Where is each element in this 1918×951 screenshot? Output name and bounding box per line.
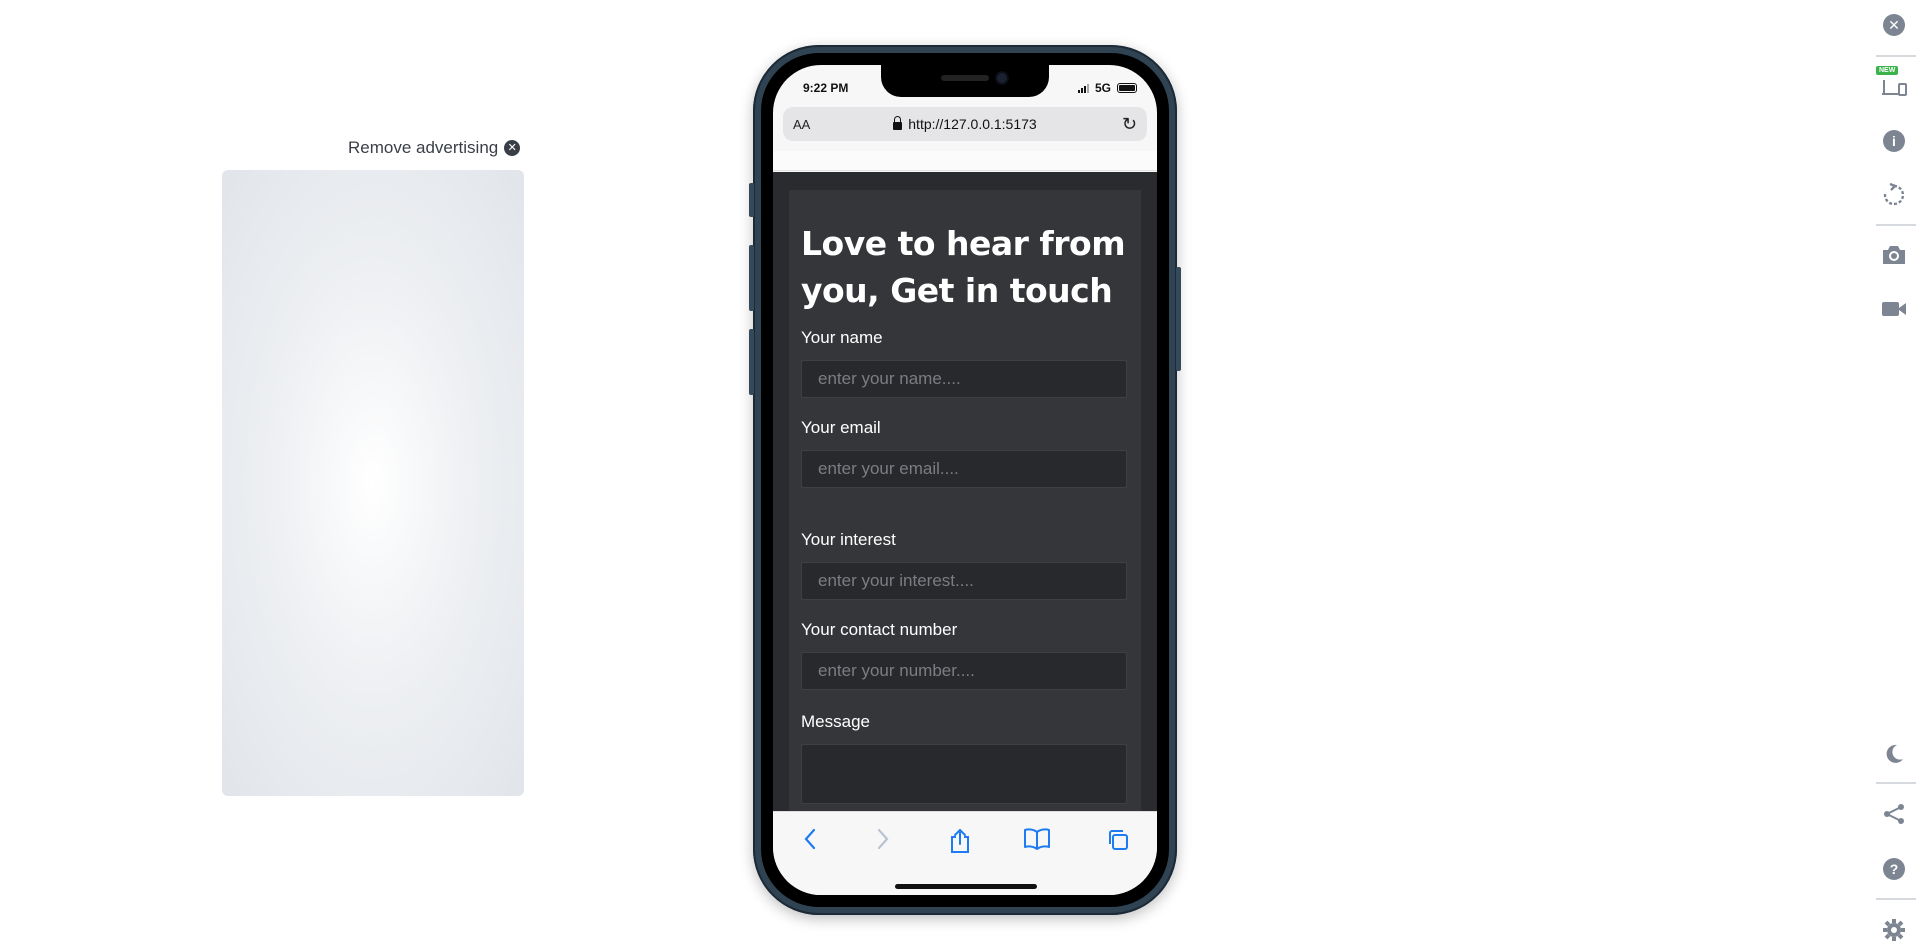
browser-address-bar[interactable]: AA http://127.0.0.1:5173 ↻	[783, 107, 1147, 141]
interest-input[interactable]	[801, 562, 1127, 600]
close-icon[interactable]: ✕	[1880, 11, 1908, 39]
camera-icon	[997, 73, 1007, 83]
message-textarea[interactable]	[801, 744, 1127, 804]
name-label: Your name	[801, 328, 883, 347]
close-circle-icon[interactable]: ✕	[504, 140, 521, 156]
url-text: http://127.0.0.1:5173	[908, 116, 1037, 132]
network-label: 5G	[1094, 81, 1111, 95]
status-right: 5G	[1077, 81, 1137, 95]
dark-mode-icon[interactable]	[1880, 740, 1908, 768]
interest-label: Your interest	[801, 530, 896, 549]
new-badge: NEW	[1876, 66, 1899, 75]
bookmarks-icon[interactable]	[1022, 828, 1052, 858]
volume-up-button	[749, 245, 754, 311]
contact-number-label: Your contact number	[801, 620, 958, 639]
form-heading: Love to hear from you, Get in touch	[801, 224, 1126, 310]
battery-icon	[1117, 83, 1137, 93]
power-button	[1176, 267, 1181, 371]
name-input[interactable]	[801, 360, 1127, 398]
devices-icon[interactable]: NEW	[1876, 66, 1908, 100]
email-label: Your email	[801, 418, 881, 437]
lock-icon	[893, 115, 903, 130]
share-icon[interactable]	[945, 828, 975, 858]
ad-placeholder	[222, 170, 524, 796]
back-icon[interactable]	[795, 828, 825, 858]
mute-switch	[749, 183, 754, 217]
web-page: Love to hear from you, Get in touch Your…	[773, 172, 1157, 811]
contact-form: Love to hear from you, Get in touch Your…	[789, 190, 1141, 811]
rotate-icon[interactable]	[1880, 181, 1908, 209]
email-input[interactable]	[801, 450, 1127, 488]
info-icon[interactable]: i	[1880, 127, 1908, 155]
speaker	[941, 75, 989, 81]
phone-screen: 9:22 PM 5G AA http://127.0.0.1:5173 ↻ Lo…	[773, 65, 1157, 895]
page-header-strip	[773, 151, 1157, 171]
tabs-icon[interactable]	[1103, 828, 1133, 858]
gear-icon[interactable]	[1880, 916, 1908, 944]
share-icon[interactable]	[1880, 800, 1908, 828]
remove-advertising-label: Remove advertising	[348, 138, 499, 157]
forward-icon	[868, 828, 898, 858]
browser-toolbar	[773, 811, 1157, 895]
status-time: 9:22 PM	[803, 81, 849, 95]
home-indicator	[895, 884, 1037, 889]
sidebar-divider	[1876, 782, 1916, 784]
notch	[881, 65, 1049, 97]
remove-advertising-link[interactable]: Remove advertising ✕	[348, 138, 521, 158]
camera-icon[interactable]	[1880, 241, 1908, 269]
message-label: Message	[801, 712, 870, 731]
sidebar-divider	[1876, 55, 1916, 57]
phone-frame: 9:22 PM 5G AA http://127.0.0.1:5173 ↻ Lo…	[749, 45, 1181, 915]
help-icon[interactable]: ?	[1880, 855, 1908, 883]
sidebar-divider	[1876, 898, 1916, 900]
contact-number-input[interactable]	[801, 652, 1127, 690]
signal-icon	[1077, 83, 1089, 93]
video-icon[interactable]	[1880, 295, 1908, 323]
reload-icon[interactable]: ↻	[1122, 114, 1137, 135]
right-sidebar: ✕ NEW i ?	[1870, 0, 1918, 951]
sidebar-divider	[1876, 224, 1916, 226]
url-display[interactable]: http://127.0.0.1:5173	[783, 115, 1147, 132]
volume-down-button	[749, 329, 754, 395]
